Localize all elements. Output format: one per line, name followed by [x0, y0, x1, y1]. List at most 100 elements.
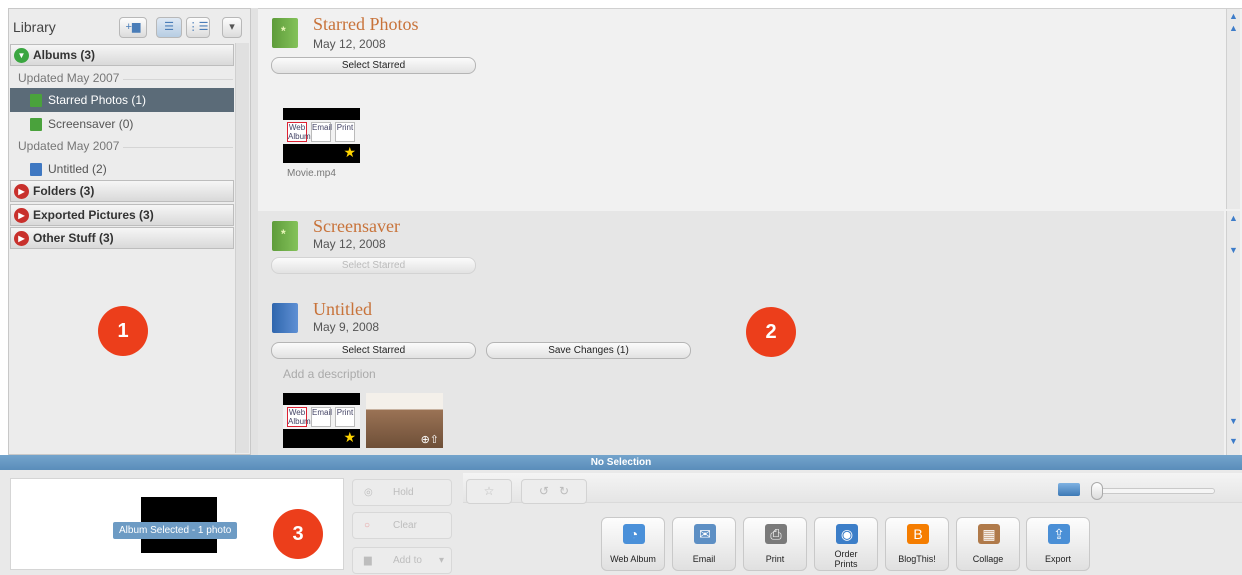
rotate-left-icon[interactable]: ↺ [539, 484, 549, 498]
album-view: * Starred Photos May 12, 2008 Select Sta… [258, 8, 1242, 456]
scroll-bottom-icon[interactable]: ▼ [1229, 436, 1238, 446]
detail-view-icon: ⋮☰ [187, 21, 209, 33]
scroll-top-icon[interactable]: ▲ [1229, 11, 1238, 21]
order-prints-icon: ◉ [836, 524, 858, 544]
library-header: Library +▆ ☰ ⋮☰ ▾ [9, 9, 250, 43]
web-album-icon: ◔ [623, 524, 645, 544]
collapsed-triangle-icon: ▶ [14, 184, 29, 199]
library-panel: Library +▆ ☰ ⋮☰ ▾ ▼ Albums (3) Updated M… [8, 8, 251, 455]
select-starred-button[interactable]: Select Starred [271, 257, 476, 274]
sidebar-item-screensaver[interactable]: Screensaver (0) [10, 112, 234, 136]
album-untitled: Untitled May 9, 2008 Select Starred Save… [258, 289, 1224, 456]
list-view-button[interactable]: ☰ [156, 17, 182, 38]
star-icon: ★ [343, 144, 356, 160]
library-title: Library [13, 19, 56, 35]
email-button[interactable]: ✉ Email [672, 517, 736, 571]
print-button[interactable]: ⎙ Print [743, 517, 807, 571]
sidebar-item-starred-photos[interactable]: Starred Photos (1) [10, 88, 234, 112]
thumb-cell: Email [311, 407, 332, 427]
clear-button[interactable]: ○ Clear [352, 512, 452, 539]
photo-tray: Album Selected - 1 photo ◎ Hold ○ Clear … [0, 470, 1242, 575]
callout-badge: 2 [746, 307, 796, 357]
album-date: May 12, 2008 [313, 237, 386, 251]
photo-thumbnail[interactable]: ⊕⇧ [366, 393, 443, 448]
section-label: Folders (3) [33, 184, 95, 198]
album-icon [30, 118, 42, 131]
section-label: Exported Pictures (3) [33, 208, 154, 222]
button-label: Hold [393, 487, 414, 498]
rotate-buttons[interactable]: ↺ ↻ [521, 479, 587, 504]
hold-icon: ◎ [364, 487, 373, 498]
rotate-right-icon[interactable]: ↻ [559, 484, 569, 498]
album-description-input[interactable]: Add a description [283, 367, 376, 381]
scroll-up-icon[interactable]: ▲ [1229, 23, 1238, 33]
album-scrollbar[interactable]: ▲ ▲ [1226, 9, 1240, 209]
collapsed-triangle-icon: ▶ [14, 208, 29, 223]
action-label: Print [765, 554, 785, 564]
album-date: May 12, 2008 [313, 37, 386, 51]
list-view-icon: ☰ [164, 21, 174, 33]
select-starred-button[interactable]: Select Starred [271, 342, 476, 359]
upload-icon: ⊕⇧ [420, 434, 439, 446]
button-label: Clear [393, 520, 417, 531]
album-title: Starred Photos [313, 14, 419, 34]
thumb-cell: Print [335, 122, 355, 142]
select-starred-button[interactable]: Select Starred [271, 57, 476, 74]
library-scrollbar[interactable] [235, 43, 249, 453]
sidebar-item-untitled[interactable]: Untitled (2) [10, 157, 234, 181]
blogger-button[interactable]: B BlogThis! [885, 517, 949, 571]
detail-view-button[interactable]: ⋮☰ [186, 17, 210, 38]
panel-divider[interactable] [251, 8, 258, 455]
expanded-triangle-icon: ▼ [14, 48, 29, 63]
thumb-cell: Print [335, 407, 355, 427]
collapsed-triangle-icon: ▶ [14, 231, 29, 246]
action-label: Order Prints [834, 549, 858, 569]
email-icon: ✉ [694, 524, 716, 544]
section-folders[interactable]: ▶ Folders (3) [10, 180, 234, 202]
add-to-button[interactable]: ▆ Add to ▾ [352, 547, 452, 574]
album-date: May 9, 2008 [313, 320, 380, 334]
photo-caption: Movie.mp4 [287, 168, 336, 179]
group-label: Updated May 2007 [18, 71, 235, 85]
thumbnail-size-slider[interactable] [1097, 488, 1215, 494]
hold-button[interactable]: ◎ Hold [352, 479, 452, 506]
slider-knob[interactable] [1091, 482, 1103, 500]
action-label: Email [692, 554, 716, 564]
collage-button[interactable]: ▦ Collage [956, 517, 1020, 571]
group-label: Updated May 2007 [18, 139, 235, 153]
thumb-cell: Email [311, 122, 332, 142]
section-other-stuff[interactable]: ▶ Other Stuff (3) [10, 227, 234, 249]
star-outline-icon: ☆ [483, 484, 495, 498]
status-bar: No Selection [0, 455, 1242, 470]
album-starred-photos: * Starred Photos May 12, 2008 Select Sta… [258, 9, 1240, 211]
action-label: Collage [972, 554, 1004, 564]
scroll-up-icon[interactable]: ▲ [1229, 213, 1238, 223]
photo-thumbnail[interactable]: Web Album Email Print ★ [283, 393, 360, 448]
export-button[interactable]: ⇪ Export [1026, 517, 1090, 571]
section-exported-pictures[interactable]: ▶ Exported Pictures (3) [10, 204, 234, 226]
sidebar-item-label: Untitled (2) [48, 162, 107, 176]
scroll-down-icon[interactable]: ▼ [1229, 245, 1238, 255]
scroll-down-icon[interactable]: ▼ [1229, 416, 1238, 426]
section-albums[interactable]: ▼ Albums (3) [10, 44, 234, 66]
thumbnail-size-icon [1058, 483, 1080, 496]
star-icon: ★ [343, 429, 356, 445]
web-album-button[interactable]: ◔ Web Album [601, 517, 665, 571]
chevron-down-icon: ▾ [229, 21, 235, 33]
photo-thumbnail[interactable]: Web Album Email Print ★ [283, 108, 360, 163]
save-changes-button[interactable]: Save Changes (1) [486, 342, 691, 359]
callout-badge: 3 [273, 509, 323, 559]
album-title: Untitled [313, 299, 372, 319]
album-scrollbar[interactable]: ▲ ▼ ▼ ▼ [1226, 211, 1240, 456]
star-button[interactable]: ☆ [466, 479, 512, 504]
library-menu-button[interactable]: ▾ [222, 17, 242, 38]
new-album-icon: +▆ [125, 21, 141, 33]
thumb-cell: Web Album [287, 122, 311, 142]
order-prints-button[interactable]: ◉ Order Prints [814, 517, 878, 571]
clear-icon: ○ [364, 520, 371, 531]
chevron-down-icon: ▾ [438, 555, 444, 566]
new-album-button[interactable]: +▆ [119, 17, 147, 38]
action-label: Web Album [610, 554, 656, 564]
button-label: Add to [393, 555, 422, 566]
section-label: Other Stuff (3) [33, 231, 114, 245]
